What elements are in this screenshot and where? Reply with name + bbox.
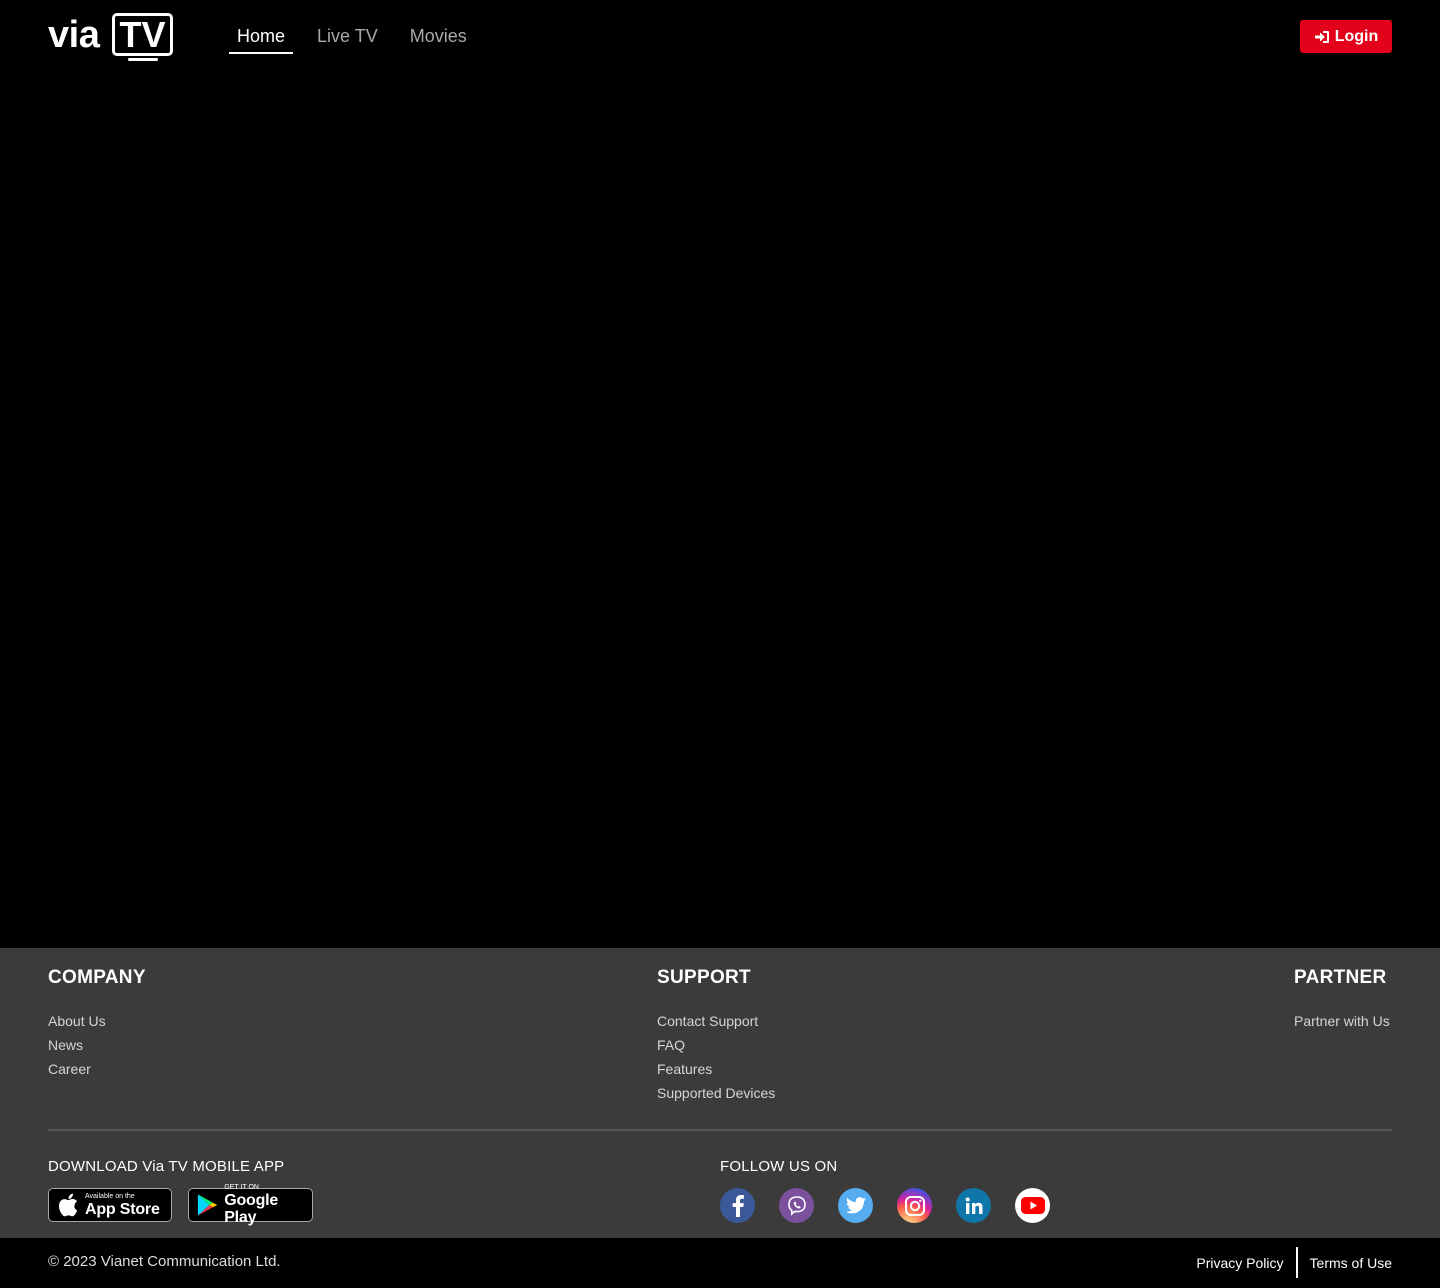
youtube-icon[interactable] bbox=[1015, 1188, 1050, 1223]
download-app-section: DOWNLOAD Via TV MOBILE APP Available on … bbox=[48, 1158, 329, 1226]
google-play-text: GET IT ON Google Play bbox=[224, 1184, 304, 1226]
google-play-icon bbox=[197, 1194, 218, 1216]
app-store-badge[interactable]: Available on the App Store bbox=[48, 1188, 172, 1222]
social-icons bbox=[720, 1188, 1074, 1223]
viber-icon[interactable] bbox=[779, 1188, 814, 1223]
privacy-policy-link[interactable]: Privacy Policy bbox=[1196, 1255, 1283, 1271]
footer-link-partner-with-us[interactable]: Partner with Us bbox=[1294, 1009, 1390, 1033]
bottom-bar: © 2023 Vianet Communication Ltd. Privacy… bbox=[0, 1238, 1440, 1288]
footer-link-career[interactable]: Career bbox=[48, 1057, 146, 1081]
legal-separator bbox=[1295, 1247, 1298, 1278]
footer-link-about-us[interactable]: About Us bbox=[48, 1009, 146, 1033]
footer-link-faq[interactable]: FAQ bbox=[657, 1033, 775, 1057]
follow-us-section: FOLLOW US ON bbox=[720, 1158, 1074, 1223]
site-header: via TV Home Live TV Movies Login bbox=[0, 0, 1440, 72]
logo-text-tv: TV bbox=[112, 13, 173, 56]
logo-text-via: via bbox=[48, 14, 100, 56]
nav-item-live-tv[interactable]: Live TV bbox=[309, 22, 386, 54]
logo-underline bbox=[128, 58, 158, 61]
login-label: Login bbox=[1334, 27, 1379, 45]
twitter-icon[interactable] bbox=[838, 1188, 873, 1223]
legal-links: Privacy Policy Terms of Use bbox=[1196, 1247, 1392, 1278]
app-store-text: Available on the App Store bbox=[85, 1193, 160, 1218]
footer-column-company: COMPANY About Us News Career bbox=[48, 968, 146, 1081]
google-play-small-text: GET IT ON bbox=[224, 1184, 259, 1191]
app-store-small-text: Available on the bbox=[85, 1192, 135, 1200]
main-nav: Home Live TV Movies bbox=[229, 22, 491, 54]
viatv-logo[interactable]: via TV bbox=[48, 12, 174, 62]
apple-icon bbox=[58, 1193, 78, 1217]
nav-item-home[interactable]: Home bbox=[229, 22, 294, 54]
download-app-title: DOWNLOAD Via TV MOBILE APP bbox=[48, 1158, 285, 1175]
footer-heading-partner: PARTNER bbox=[1294, 967, 1387, 988]
footer-link-features[interactable]: Features bbox=[657, 1057, 775, 1081]
facebook-icon[interactable] bbox=[720, 1188, 755, 1223]
linkedin-icon[interactable] bbox=[956, 1188, 991, 1223]
footer-column-partner: PARTNER Partner with Us bbox=[1294, 968, 1390, 1033]
footer-link-contact-support[interactable]: Contact Support bbox=[657, 1009, 775, 1033]
sign-in-icon bbox=[1314, 30, 1329, 43]
store-badges: Available on the App Store GET IT ON Goo… bbox=[48, 1184, 329, 1226]
app-store-big-text: App Store bbox=[85, 1200, 160, 1218]
terms-of-use-link[interactable]: Terms of Use bbox=[1310, 1255, 1392, 1271]
footer-column-support: SUPPORT Contact Support FAQ Features Sup… bbox=[657, 968, 775, 1105]
google-play-badge[interactable]: GET IT ON Google Play bbox=[188, 1184, 313, 1226]
footer-heading-support: SUPPORT bbox=[657, 967, 751, 988]
login-button[interactable]: Login bbox=[1300, 20, 1392, 53]
footer-heading-company: COMPANY bbox=[48, 967, 146, 988]
follow-us-title: FOLLOW US ON bbox=[720, 1158, 838, 1175]
nav-item-movies[interactable]: Movies bbox=[402, 22, 475, 54]
google-play-big-text: Google Play bbox=[224, 1192, 279, 1226]
copyright-text: © 2023 Vianet Communication Ltd. bbox=[48, 1253, 281, 1270]
footer-link-news[interactable]: News bbox=[48, 1033, 146, 1057]
instagram-icon[interactable] bbox=[897, 1188, 932, 1223]
footer-link-supported-devices[interactable]: Supported Devices bbox=[657, 1081, 775, 1105]
site-footer: COMPANY About Us News Career SUPPORT Con… bbox=[0, 948, 1440, 1238]
footer-divider bbox=[48, 1129, 1392, 1131]
